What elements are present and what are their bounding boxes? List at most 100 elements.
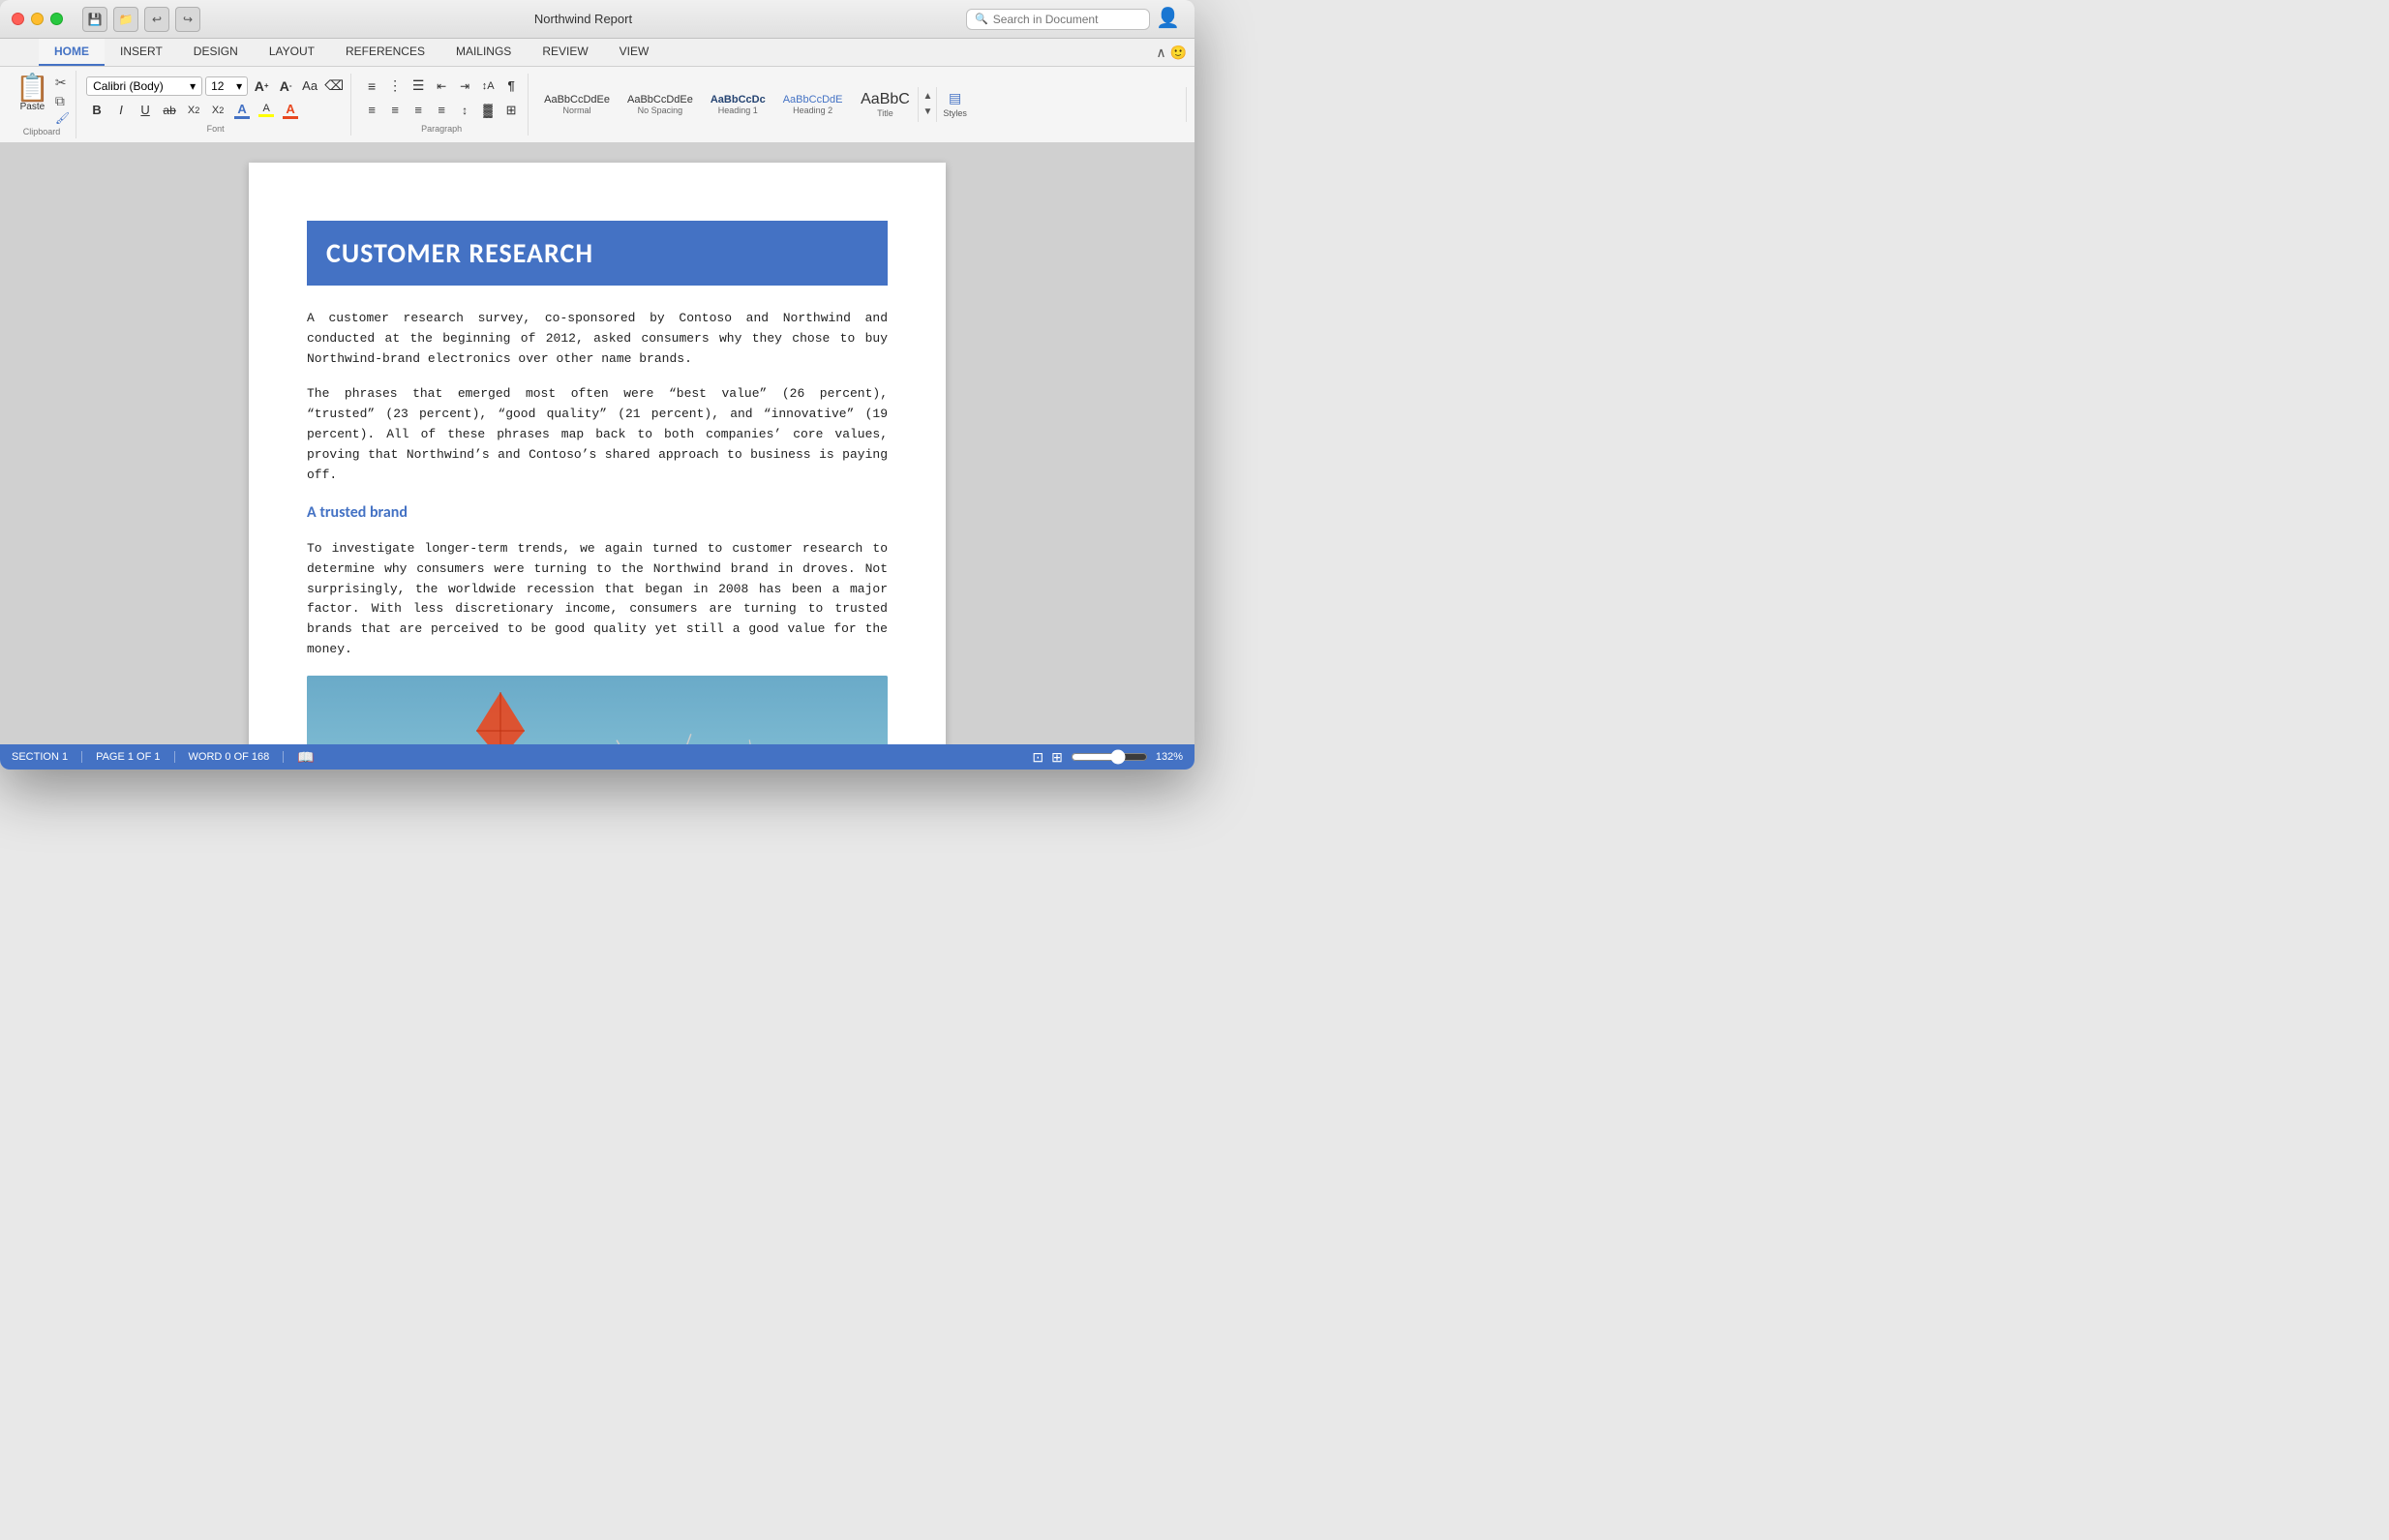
ribbon-content: 📋 Paste ✂ ⧉ 🖌 Clipboard Calibri [0,67,1194,142]
style-title[interactable]: AaBbC Title [852,87,918,122]
view-normal-icon[interactable]: ⊡ [1032,749,1043,766]
ribbon-tabs: HOME INSERT DESIGN LAYOUT REFERENCES MAI… [0,39,1194,67]
window-title: Northwind Report [200,12,966,26]
word-count: WORD 0 OF 168 [189,751,270,763]
copy-button[interactable]: ⧉ [55,93,70,109]
font-size-value: 12 [211,79,224,93]
tab-view[interactable]: VIEW [604,39,665,66]
styles-group: AaBbCcDdEe Normal AaBbCcDdEe No Spacing … [532,87,1187,122]
style-normal[interactable]: AaBbCcDdEe Normal [536,90,618,119]
font-group: Calibri (Body) ▾ 12 ▾ A+ A- Aa ⌫ B [80,74,351,136]
undo-button[interactable]: ↩ [144,7,169,32]
change-case-button[interactable]: Aa [299,75,320,97]
style-title-label: Title [877,108,893,118]
font-row-1: Calibri (Body) ▾ 12 ▾ A+ A- Aa ⌫ [86,75,345,97]
strikethrough-button[interactable]: ab [159,100,180,121]
zoom-percentage: 132% [1156,751,1183,763]
book-icon[interactable]: 📖 [297,749,314,766]
numbering-button[interactable]: ⋮ [384,75,406,97]
bold-button[interactable]: B [86,100,107,121]
style-normal-preview: AaBbCcDdEe [544,94,610,106]
kite-svg [452,687,549,744]
decrease-indent-button[interactable]: ⇤ [431,75,452,97]
style-title-preview: AaBbC [861,91,910,108]
style-heading1[interactable]: AaBbCcDc Heading 1 [703,90,773,119]
shading-button[interactable]: ▓ [477,100,499,121]
font-size-dropdown[interactable]: 12 ▾ [205,76,248,96]
view-web-icon[interactable]: ⊞ [1051,749,1063,766]
minimize-button[interactable] [31,13,44,25]
document-body: A customer research survey, co-sponsored… [307,309,888,744]
align-right-button[interactable]: ≡ [408,100,429,121]
underline-button[interactable]: U [135,100,156,121]
superscript-button[interactable]: X2 [207,100,228,121]
tab-mailings[interactable]: MAILINGS [440,39,527,66]
styles-panel-button[interactable]: ▤ Styles [936,87,973,122]
document-page: CUSTOMER RESEARCH A customer research su… [249,163,946,744]
line-spacing-button[interactable]: ↕ [454,100,475,121]
user-button[interactable]: 👤 [1156,6,1183,33]
save-button[interactable]: 💾 [82,7,107,32]
clear-formatting-button[interactable]: ⌫ [323,75,345,97]
tab-design[interactable]: DESIGN [178,39,254,66]
styles-scroll-up[interactable]: ▲ [922,91,932,102]
shrink-font-button[interactable]: A- [275,75,296,97]
increase-indent-button[interactable]: ⇥ [454,75,475,97]
font-color-button[interactable]: A [231,100,253,121]
grow-font-button[interactable]: A+ [251,75,272,97]
font-controls: Calibri (Body) ▾ 12 ▾ A+ A- Aa ⌫ B [86,75,345,121]
format-painter-button[interactable]: 🖌 [55,111,70,125]
paste-button[interactable]: 📋 Paste [14,73,51,114]
multilevel-list-button[interactable]: ☰ [408,75,429,97]
divider-3 [283,751,284,763]
title-bar: 💾 📁 ↩ ↪ Northwind Report 🔍 👤 [0,0,1194,39]
ribbon-collapse-button[interactable]: ∧ [1156,45,1165,61]
align-left-button[interactable]: ≡ [361,100,382,121]
font-family-value: Calibri (Body) [93,79,164,93]
font-family-chevron: ▾ [190,79,196,93]
bullets-button[interactable]: ≡ [361,75,382,97]
italic-button[interactable]: I [110,100,132,121]
tab-review[interactable]: REVIEW [527,39,603,66]
toolbar-tools: 💾 📁 ↩ ↪ [82,7,200,32]
styles-scroll-down[interactable]: ▼ [922,106,932,117]
tab-insert[interactable]: INSERT [105,39,178,66]
maximize-button[interactable] [50,13,63,25]
style-heading2[interactable]: AaBbCcDdE Heading 2 [775,90,851,119]
section-paragraph: To investigate longer-term trends, we ag… [307,539,888,660]
style-no-spacing-label: No Spacing [638,106,683,115]
borders-button[interactable]: ⊞ [500,100,522,121]
highlight-color-button[interactable]: A [256,100,277,121]
sort-button[interactable]: ↕A [477,75,499,97]
font-family-dropdown[interactable]: Calibri (Body) ▾ [86,76,202,96]
paragraph-2: The phrases that emerged most often were… [307,384,888,485]
clipboard-label: Clipboard [23,127,61,136]
redo-button[interactable]: ↪ [175,7,200,32]
traffic-lights [12,13,63,25]
emoji-button[interactable]: 🙂 [1170,45,1187,61]
tab-layout[interactable]: LAYOUT [254,39,330,66]
divider-2 [174,751,175,763]
tab-references[interactable]: REFERENCES [330,39,440,66]
align-center-button[interactable]: ≡ [384,100,406,121]
style-normal-label: Normal [563,106,591,115]
style-no-spacing[interactable]: AaBbCcDdEe No Spacing [620,90,701,119]
tab-home[interactable]: HOME [39,39,105,66]
search-input[interactable] [993,13,1138,26]
document-area[interactable]: CUSTOMER RESEARCH A customer research su… [0,143,1194,744]
cut-button[interactable]: ✂ [55,75,70,91]
show-formatting-button[interactable]: ¶ [500,75,522,97]
justify-button[interactable]: ≡ [431,100,452,121]
search-box[interactable]: 🔍 [966,9,1150,30]
paste-label: Paste [20,102,45,112]
open-button[interactable]: 📁 [113,7,138,32]
text-color-button[interactable]: A [280,100,301,121]
section-indicator: SECTION 1 [12,751,68,763]
zoom-slider[interactable] [1071,749,1148,765]
font-size-chevron: ▾ [236,79,242,93]
wind-turbines [597,699,888,744]
close-button[interactable] [12,13,24,25]
subscript-button[interactable]: X2 [183,100,204,121]
divider-1 [81,751,82,763]
kite-image [307,676,888,744]
